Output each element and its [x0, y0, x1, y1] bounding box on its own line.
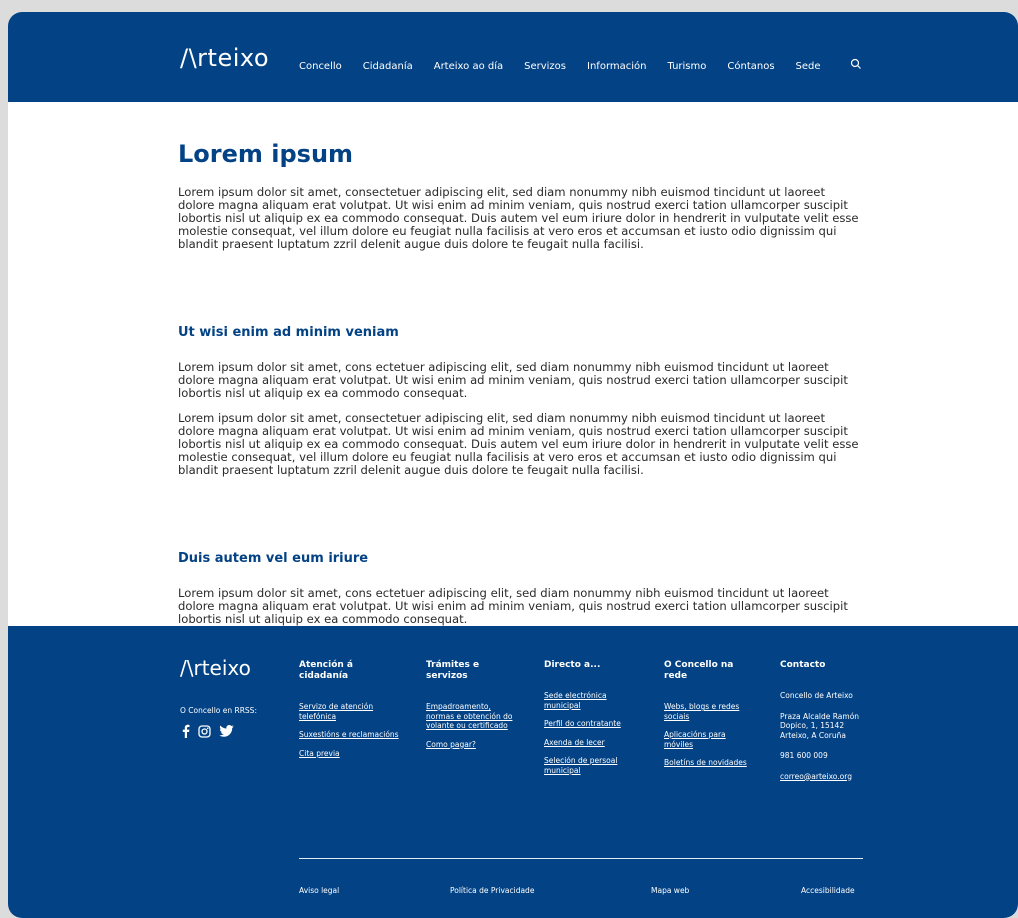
search-icon[interactable] [850, 58, 862, 70]
footer-column-title: Trámites e servizos [426, 660, 480, 681]
footer-link[interactable]: Suxestións e reclamacións [299, 730, 399, 740]
contact-name: Concello de Arteixo [780, 691, 853, 700]
twitter-icon[interactable] [219, 725, 234, 737]
main-nav: Concello Cidadanía Arteixo ao día Serviz… [299, 61, 842, 72]
rrss-label: O Concello en RRSS: [180, 706, 257, 715]
page-title: Lorem ipsum [178, 140, 354, 168]
sitemap-link[interactable]: Mapa web [651, 886, 689, 895]
section-heading: Duis autem vel eum iriure [178, 551, 369, 566]
nav-item-sede[interactable]: Sede [796, 61, 821, 72]
footer-link[interactable]: Como pagar? [426, 740, 516, 750]
footer-link[interactable]: Empadroamento, normas e obtención do vol… [426, 702, 516, 731]
section-heading: Ut wisi enim ad minim veniam [178, 325, 399, 340]
instagram-icon[interactable] [198, 724, 211, 738]
footer-divider [299, 858, 863, 859]
footer-column-directo: Directo a... Sede electrónica municipal … [544, 660, 644, 784]
section-paragraph: Lorem ipsum dolor sit amet, consectetuer… [178, 411, 859, 477]
facebook-icon[interactable] [182, 724, 190, 738]
footer-column-title: Atención á cidadanía [299, 660, 353, 681]
main-content: Lorem ipsum Lorem ipsum dolor sit amet, … [178, 102, 868, 626]
nav-item-cidadania[interactable]: Cidadanía [363, 61, 413, 72]
social-links [182, 724, 234, 738]
nav-item-concello[interactable]: Concello [299, 61, 342, 72]
nav-item-informacion[interactable]: Información [587, 61, 646, 72]
site-logo[interactable]: /\rteixo [180, 44, 269, 72]
nav-item-contanos[interactable]: Cóntanos [727, 61, 774, 72]
section-paragraph: Lorem ipsum dolor sit amet, cons ectetue… [178, 586, 848, 626]
footer-column-atencion: Atención á cidadanía Servizo de atención… [299, 660, 399, 767]
contact-address: Praza Alcalde Ramón Dopico, 1, 15142 Art… [780, 711, 860, 740]
aviso-legal-link[interactable]: Aviso legal [299, 886, 339, 895]
footer-column-title: Contacto [780, 660, 826, 670]
footer-logo[interactable]: /\rteixo [180, 656, 251, 680]
accessibility-link[interactable]: Accesibilidade [801, 886, 855, 895]
footer-column-tramites: Trámites e servizos Empadroamento, norma… [426, 660, 516, 758]
footer-column-rede: O Concello na rede Webs, blogs e redes s… [664, 660, 754, 777]
footer-link[interactable]: Axenda de lecer [544, 738, 644, 748]
footer-column-title: Directo a... [544, 660, 601, 670]
nav-item-arteixo-ao-dia[interactable]: Arteixo ao día [434, 61, 503, 72]
nav-item-turismo[interactable]: Turismo [667, 61, 706, 72]
footer-column-title: O Concello na rede [664, 660, 734, 681]
footer-link[interactable]: Webs, blogs e redes sociais [664, 702, 754, 721]
footer-column-contacto: Contacto Concello de Arteixo Praza Alcal… [780, 660, 870, 790]
footer-link[interactable]: Cita previa [299, 749, 399, 759]
footer-link[interactable]: Perfil do contratante [544, 719, 644, 729]
footer-link[interactable]: Aplicacións para móviles [664, 730, 754, 749]
contact-phone: 981 600 009 [780, 751, 828, 760]
privacy-link[interactable]: Política de Privacidade [450, 886, 534, 895]
site-footer: /\rteixo O Concello en RRSS: Atención á … [8, 626, 1018, 918]
footer-link[interactable]: Boletíns de novidades [664, 758, 754, 768]
browser-frame: /\rteixo Concello Cidadanía Arteixo ao d… [8, 12, 1018, 918]
footer-link[interactable]: Servizo de atención telefónica [299, 702, 399, 721]
nav-item-servizos[interactable]: Servizos [524, 61, 566, 72]
footer-link[interactable]: Seleción de persoal municipal [544, 756, 644, 775]
intro-paragraph: Lorem ipsum dolor sit amet, consectetuer… [178, 185, 859, 251]
site-header: /\rteixo Concello Cidadanía Arteixo ao d… [8, 12, 1018, 102]
section-paragraph: Lorem ipsum dolor sit amet, cons ectetue… [178, 360, 848, 400]
contact-email-link[interactable]: correo@arteixo.org [780, 772, 870, 782]
footer-link[interactable]: Sede electrónica municipal [544, 691, 644, 710]
